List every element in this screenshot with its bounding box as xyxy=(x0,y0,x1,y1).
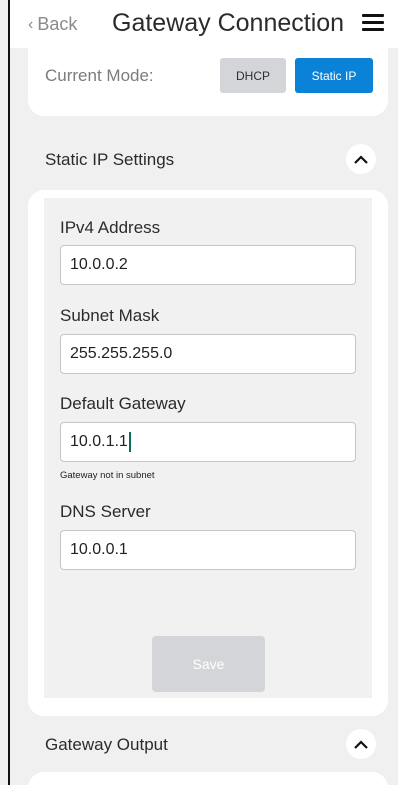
settings-form: IPv4 Address 10.0.0.2 Subnet Mask 255.25… xyxy=(44,198,372,698)
subnet-mask-label: Subnet Mask xyxy=(60,306,160,325)
default-gateway-label: Default Gateway xyxy=(60,394,186,413)
text-cursor xyxy=(128,432,131,452)
screen: ‹ Back Gateway Connection Current Mode: … xyxy=(0,0,398,785)
ipv4-address-label: IPv4 Address xyxy=(60,218,161,237)
save-button[interactable]: Save xyxy=(152,636,265,692)
gateway-output-title: Gateway Output xyxy=(45,735,168,754)
dns-server-label: DNS Server xyxy=(60,502,151,521)
subnet-mask-value: 255.255.255.0 xyxy=(70,345,173,362)
static-ip-settings-title: Static IP Settings xyxy=(45,150,175,169)
dhcp-button[interactable]: DHCP xyxy=(220,58,286,93)
gateway-output-header[interactable]: Gateway Output xyxy=(28,723,388,769)
ipv4-address-input[interactable]: 10.0.0.2 xyxy=(60,245,356,285)
default-gateway-input[interactable]: 10.0.1.1 xyxy=(60,422,356,462)
header-bar: ‹ Back Gateway Connection xyxy=(10,0,398,48)
ipv4-address-value: 10.0.0.2 xyxy=(70,256,128,273)
gateway-error-message: Gateway not in subnet xyxy=(60,470,155,481)
static-ip-settings-card: IPv4 Address 10.0.0.2 Subnet Mask 255.25… xyxy=(28,190,388,716)
default-gateway-value: 10.0.1.1 xyxy=(70,433,128,450)
gateway-output-card xyxy=(28,772,388,785)
static-ip-button[interactable]: Static IP xyxy=(295,58,373,93)
gateway-output-collapse-button[interactable] xyxy=(346,729,376,759)
back-button[interactable]: ‹ Back xyxy=(28,14,77,35)
mode-card: Current Mode: DHCP Static IP xyxy=(28,48,388,116)
static-ip-settings-header[interactable]: Static IP Settings xyxy=(28,138,388,184)
hamburger-menu-icon[interactable] xyxy=(362,14,384,32)
back-label: Back xyxy=(37,14,78,34)
chevron-up-icon xyxy=(354,154,368,164)
dns-server-input[interactable]: 10.0.0.1 xyxy=(60,530,356,570)
chevron-up-icon xyxy=(354,739,368,749)
subnet-mask-input[interactable]: 255.255.255.0 xyxy=(60,334,356,374)
static-ip-collapse-button[interactable] xyxy=(346,144,376,174)
current-mode-label: Current Mode: xyxy=(45,66,154,85)
page-title: Gateway Connection xyxy=(112,9,345,37)
left-edge-divider xyxy=(8,0,10,785)
dns-server-value: 10.0.0.1 xyxy=(70,541,128,558)
chevron-left-icon: ‹ xyxy=(28,15,34,33)
